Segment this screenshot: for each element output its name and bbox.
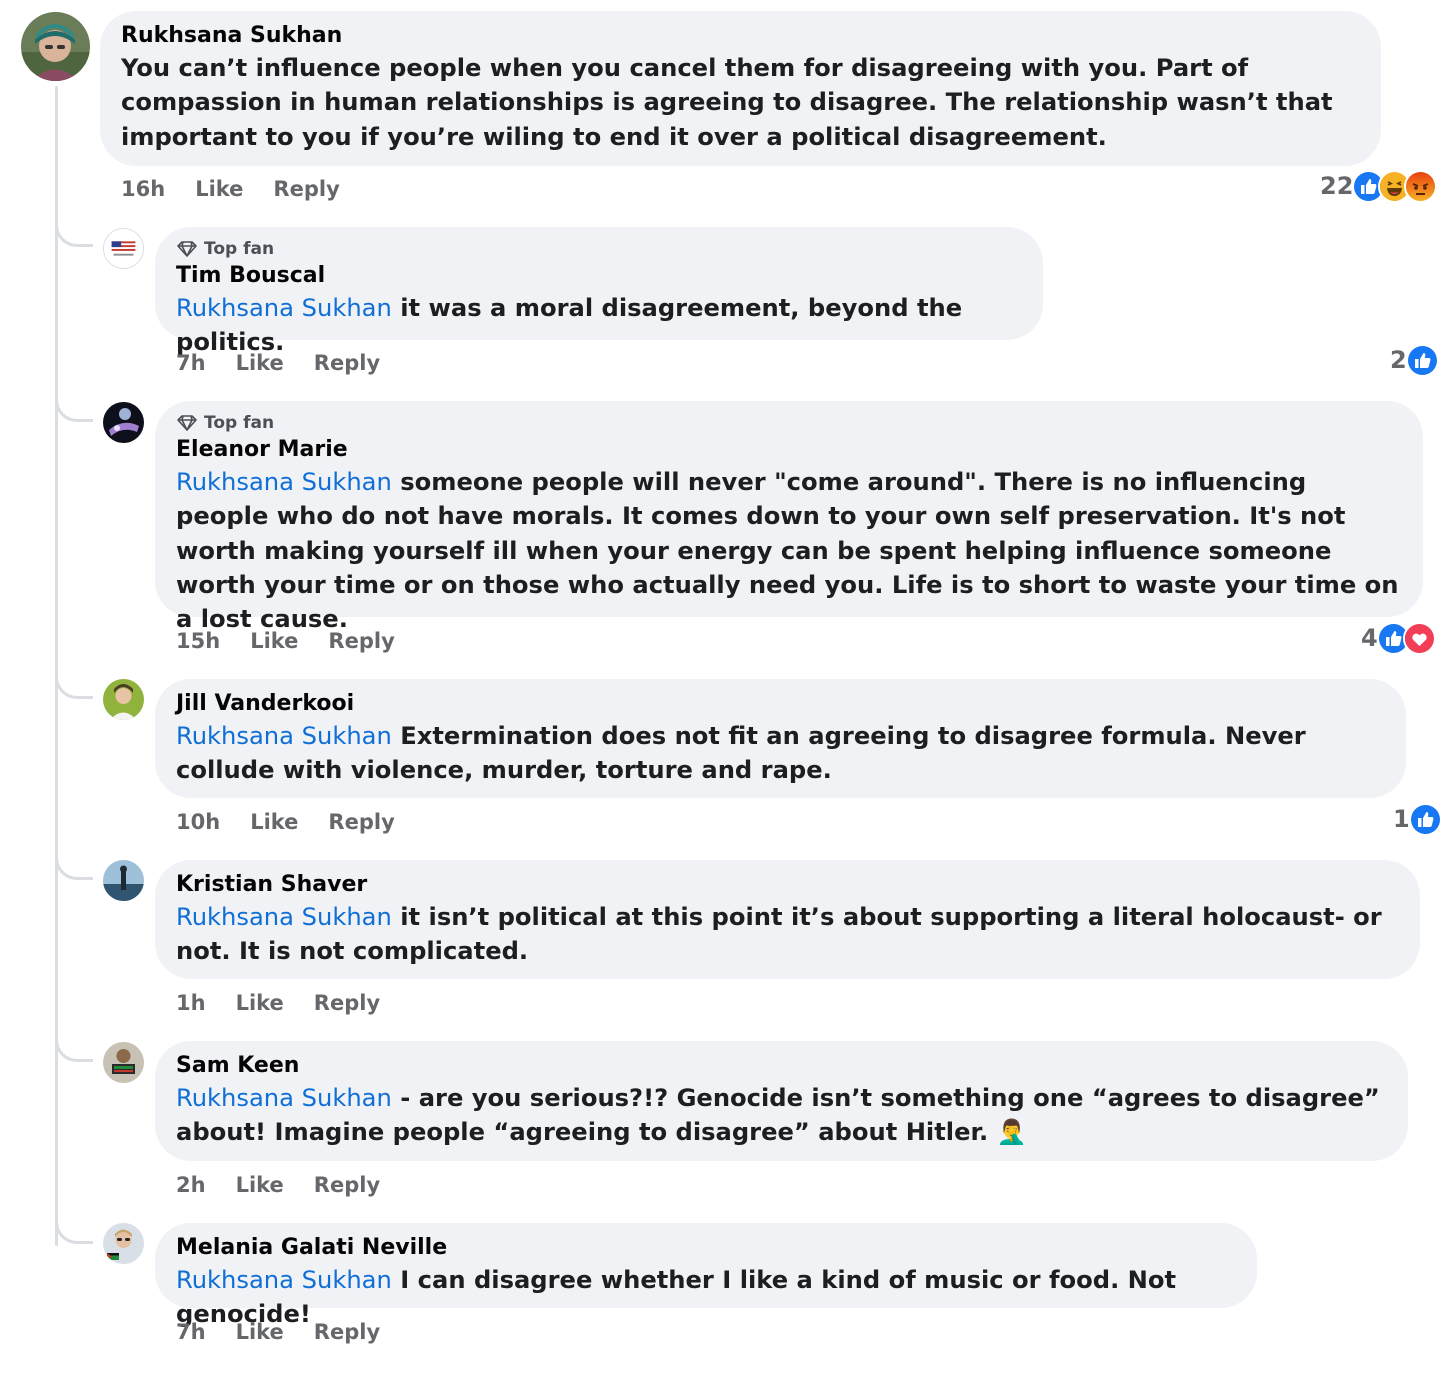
like-icon	[1408, 802, 1442, 836]
mention-link[interactable]: Rukhsana Sukhan	[176, 1084, 392, 1112]
top-fan-badge: Top fan	[176, 411, 1403, 435]
reaction-summary[interactable]: 22	[1320, 169, 1438, 203]
mention-link[interactable]: Rukhsana Sukhan	[176, 294, 392, 322]
comment-timestamp[interactable]: 16h	[121, 177, 165, 201]
thread-branch	[55, 677, 93, 699]
comment-bubble: Top fan Tim Bouscal Rukhsana Sukhan it w…	[155, 227, 1043, 356]
like-button[interactable]: Like	[236, 1173, 284, 1197]
top-fan-label: Top fan	[204, 413, 275, 433]
comment-actions: 1h Like Reply	[176, 988, 380, 1018]
reaction-count: 4	[1361, 624, 1378, 652]
reply-button[interactable]: Reply	[328, 629, 394, 653]
comment-actions: 10h Like Reply	[176, 807, 395, 837]
flag-avatar-icon	[104, 229, 143, 268]
comment-bubble: Sam Keen Rukhsana Sukhan - are you serio…	[155, 1041, 1408, 1161]
like-button[interactable]: Like	[236, 351, 284, 375]
comment-author[interactable]: Kristian Shaver	[176, 870, 1400, 900]
comment-timestamp[interactable]: 10h	[176, 810, 220, 834]
comment-timestamp[interactable]: 7h	[176, 1320, 206, 1344]
comment-actions: 7h Like Reply	[176, 348, 380, 378]
thread-line	[55, 86, 58, 1246]
like-button[interactable]: Like	[236, 991, 284, 1015]
like-button[interactable]: Like	[195, 177, 243, 201]
user-avatar-icon	[103, 860, 144, 901]
like-button[interactable]: Like	[250, 810, 298, 834]
mention-link[interactable]: Rukhsana Sukhan	[176, 903, 392, 931]
comment-actions: 2h Like Reply	[176, 1170, 380, 1200]
reply-button[interactable]: Reply	[314, 1173, 380, 1197]
comment-text: Rukhsana Sukhan it isn’t political at th…	[176, 900, 1400, 969]
reaction-count: 1	[1393, 805, 1410, 833]
avatar-tim-bouscal[interactable]	[103, 228, 144, 269]
reaction-count: 22	[1320, 172, 1354, 200]
avatar-sam-keen[interactable]	[103, 1042, 144, 1083]
user-avatar-icon	[103, 402, 144, 443]
reply-button[interactable]: Reply	[273, 177, 339, 201]
avatar-eleanor-marie[interactable]	[103, 402, 144, 443]
reply-button[interactable]: Reply	[314, 991, 380, 1015]
user-avatar-icon	[103, 679, 144, 720]
thread-branch	[55, 1222, 93, 1244]
comment-actions: 7h Like Reply	[176, 1317, 380, 1347]
comment-bubble: Kristian Shaver Rukhsana Sukhan it isn’t…	[155, 860, 1420, 979]
comment-text: Rukhsana Sukhan someone people will neve…	[176, 465, 1403, 636]
like-button[interactable]: Like	[236, 1320, 284, 1344]
user-avatar-icon	[103, 1223, 144, 1264]
comment-timestamp[interactable]: 2h	[176, 1173, 206, 1197]
comment-timestamp[interactable]: 7h	[176, 351, 206, 375]
reply-button[interactable]: Reply	[314, 1320, 380, 1344]
avatar-kristian-shaver[interactable]	[103, 860, 144, 901]
comment-text: Rukhsana Sukhan Extermination does not f…	[176, 719, 1386, 788]
diamond-icon	[177, 415, 197, 431]
thread-branch	[55, 1040, 93, 1062]
avatar-melania-galati-neville[interactable]	[103, 1223, 144, 1264]
user-avatar-icon	[103, 1042, 144, 1083]
reaction-summary[interactable]: 4	[1361, 621, 1436, 655]
top-fan-badge: Top fan	[176, 237, 1023, 261]
mention-link[interactable]: Rukhsana Sukhan	[176, 468, 392, 496]
thread-branch	[55, 225, 93, 247]
reply-button[interactable]: Reply	[314, 351, 380, 375]
comment-actions: 16h Like Reply	[121, 174, 340, 204]
thread-branch	[55, 400, 93, 422]
mention-link[interactable]: Rukhsana Sukhan	[176, 722, 392, 750]
comment-author[interactable]: Sam Keen	[176, 1051, 1388, 1081]
comment-bubble: Rukhsana Sukhan You can’t influence peop…	[100, 11, 1381, 166]
diamond-icon	[177, 241, 197, 257]
avatar-jill-vanderkooi[interactable]	[103, 679, 144, 720]
like-icon	[1405, 343, 1439, 377]
angry-icon	[1404, 169, 1438, 203]
comment-bubble: Jill Vanderkooi Rukhsana Sukhan Extermin…	[155, 679, 1406, 798]
reply-button[interactable]: Reply	[328, 810, 394, 834]
mention-link[interactable]: Rukhsana Sukhan	[176, 1266, 392, 1294]
comment-text: Rukhsana Sukhan - are you serious?!? Gen…	[176, 1081, 1388, 1150]
comment-text: You can’t influence people when you canc…	[121, 54, 1333, 151]
avatar-rukhsana-sukhan[interactable]	[21, 12, 90, 81]
comment-author[interactable]: Jill Vanderkooi	[176, 689, 1386, 719]
comment-thread: Rukhsana Sukhan You can’t influence peop…	[0, 0, 1456, 1374]
comment-bubble: Top fan Eleanor Marie Rukhsana Sukhan so…	[155, 401, 1423, 633]
comment-author[interactable]: Eleanor Marie	[176, 435, 1403, 465]
comment-author[interactable]: Tim Bouscal	[176, 261, 1023, 291]
top-fan-label: Top fan	[204, 239, 275, 259]
like-button[interactable]: Like	[250, 629, 298, 653]
reaction-count: 2	[1390, 346, 1407, 374]
comment-timestamp[interactable]: 15h	[176, 629, 220, 653]
love-icon	[1402, 621, 1436, 655]
comment-timestamp[interactable]: 1h	[176, 991, 206, 1015]
comment-bubble: Melania Galati Neville Rukhsana Sukhan I…	[155, 1223, 1257, 1328]
comment-actions: 15h Like Reply	[176, 626, 395, 656]
comment-author[interactable]: Rukhsana Sukhan	[121, 21, 1361, 51]
reaction-summary[interactable]: 2	[1390, 343, 1439, 377]
user-avatar-icon	[21, 12, 90, 81]
thread-branch	[55, 858, 93, 880]
comment-author[interactable]: Melania Galati Neville	[176, 1233, 1237, 1263]
reaction-summary[interactable]: 1	[1393, 802, 1442, 836]
